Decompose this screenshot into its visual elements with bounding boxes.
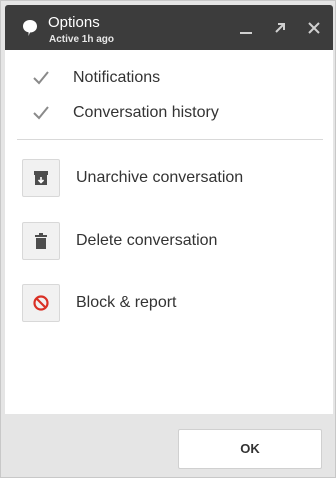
dialog-title: Options bbox=[48, 14, 100, 31]
options-dialog: Options Active 1h ago Notifications Conv… bbox=[0, 0, 336, 478]
unarchive-conversation-button[interactable]: Unarchive conversation bbox=[5, 159, 333, 201]
options-panel: Notifications Conversation history Unarc… bbox=[5, 50, 333, 414]
delete-conversation-button[interactable]: Delete conversation bbox=[5, 222, 333, 264]
block-report-label: Block & report bbox=[76, 294, 177, 311]
block-icon-box bbox=[22, 284, 60, 322]
close-icon[interactable] bbox=[306, 20, 322, 36]
unarchive-label: Unarchive conversation bbox=[76, 169, 244, 186]
conversation-history-option[interactable]: Conversation history bbox=[5, 98, 333, 128]
dialog-header: Options Active 1h ago bbox=[5, 5, 333, 50]
trash-icon-box bbox=[22, 222, 60, 260]
divider bbox=[17, 139, 323, 140]
checkmark-icon[interactable] bbox=[32, 69, 50, 87]
checkmark-icon[interactable] bbox=[32, 104, 50, 122]
ok-button[interactable]: OK bbox=[178, 429, 322, 469]
notifications-label: Notifications bbox=[73, 69, 161, 86]
popout-icon[interactable] bbox=[272, 20, 288, 36]
notifications-option[interactable]: Notifications bbox=[5, 63, 333, 93]
dialog-footer: OK bbox=[5, 414, 333, 475]
unarchive-icon bbox=[34, 171, 48, 185]
conversation-history-label: Conversation history bbox=[73, 104, 219, 121]
presence-status: Active 1h ago bbox=[49, 34, 115, 45]
trash-icon bbox=[35, 233, 47, 249]
block-report-button[interactable]: Block & report bbox=[5, 284, 333, 326]
delete-label: Delete conversation bbox=[76, 232, 218, 249]
block-icon bbox=[33, 295, 49, 311]
minimize-icon[interactable] bbox=[238, 20, 254, 36]
unarchive-icon-box bbox=[22, 159, 60, 197]
chat-bubble-icon bbox=[23, 20, 37, 36]
